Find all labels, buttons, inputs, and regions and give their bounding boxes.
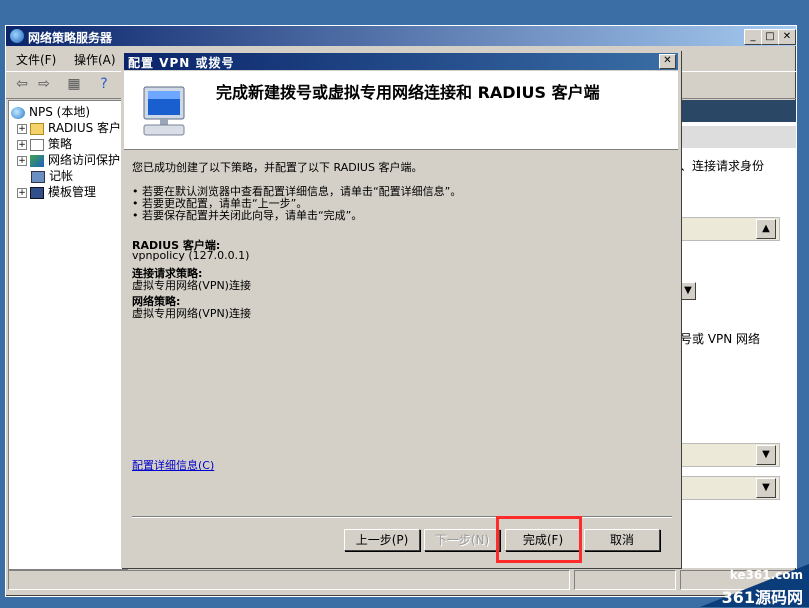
- shield-icon: [30, 154, 44, 167]
- status-bar: [8, 570, 794, 590]
- log-icon: [31, 170, 45, 183]
- right-pane-text: 号或 VPN 网络: [680, 332, 761, 346]
- close-button[interactable]: ✕: [778, 29, 796, 45]
- wizard-title: 配置 VPN 或拨号: [128, 56, 235, 70]
- tree-item-label: 模板管理: [48, 185, 97, 199]
- wizard-intro: 您已成功创建了以下策略，并配置了以下 RADIUS 客户端。: [132, 161, 423, 174]
- nps-app-icon: [10, 29, 24, 43]
- tree-item-templates[interactable]: + 模板管理: [17, 183, 96, 199]
- status-cell: [574, 570, 676, 590]
- expand-arrow-icon[interactable]: ▼: [756, 478, 776, 498]
- wizard-body: 您已成功创建了以下策略，并配置了以下 RADIUS 客户端。 • 若要在默认浏览…: [132, 157, 672, 507]
- wizard-bullet: • 若要保存配置并关闭此向导，请单击“完成”。: [132, 209, 363, 222]
- tree-item-label: NPS (本地): [29, 105, 91, 119]
- monitor-icon: [143, 86, 185, 136]
- collapse-arrow-icon[interactable]: ▲: [756, 219, 776, 239]
- right-pane-header: [678, 100, 796, 122]
- dropdown-arrow-icon[interactable]: ▼: [680, 282, 696, 300]
- wizard-title-bar: 配置 VPN 或拨号 ✕: [124, 53, 678, 70]
- tree-item-label: RADIUS 客户端: [48, 121, 128, 135]
- radius-client-value: vpnpolicy (127.0.0.1): [132, 249, 250, 262]
- back-button[interactable]: 上一步(P): [344, 529, 420, 551]
- main-title-bar: 网络策略服务器 _ □ ✕: [6, 26, 796, 46]
- main-window-title: 网络策略服务器: [28, 31, 113, 45]
- watermark: ke361.com 361源码网: [700, 564, 809, 607]
- tree-item-nps-local[interactable]: NPS (本地): [11, 103, 90, 119]
- right-pane: 、连接请求身份 ▲ ▼ 号或 VPN 网络 ▼ ▼: [678, 100, 796, 568]
- back-arrow-icon[interactable]: ⇦: [12, 75, 32, 93]
- tree-item-label: 策略: [48, 137, 73, 151]
- right-pane-strip: [678, 126, 796, 148]
- vpn-wizard-dialog: 配置 VPN 或拨号 ✕ 完成新建拨号或虚拟专用网络连接和 RADIUS 客户端…: [121, 50, 681, 568]
- forward-arrow-icon[interactable]: ⇨: [34, 75, 54, 93]
- globe-icon: [11, 106, 25, 119]
- configuration-details-link[interactable]: 配置详细信息(C): [132, 457, 214, 473]
- wizard-heading: 完成新建拨号或虚拟专用网络连接和 RADIUS 客户端: [216, 83, 600, 102]
- minimize-button[interactable]: _: [744, 29, 762, 45]
- expand-icon[interactable]: +: [17, 123, 27, 134]
- tree-item-radius-clients[interactable]: + RADIUS 客户端: [17, 119, 128, 135]
- expand-icon[interactable]: +: [17, 155, 27, 166]
- wizard-separator: [132, 516, 672, 518]
- right-pane-text: 、连接请求身份: [680, 159, 765, 173]
- document-icon: [30, 138, 44, 151]
- expand-icon[interactable]: +: [17, 139, 27, 150]
- menu-file[interactable]: 文件(F): [16, 51, 56, 68]
- wizard-close-button[interactable]: ✕: [659, 54, 676, 69]
- expand-icon[interactable]: +: [17, 187, 27, 198]
- help-icon[interactable]: ?: [94, 75, 114, 93]
- watermark-url: ke361.com: [729, 568, 803, 582]
- tree-item-label: 网络访问保护: [48, 153, 121, 167]
- finish-highlight-box: [496, 516, 582, 563]
- tree-item-policies[interactable]: + 策略: [17, 135, 72, 151]
- cancel-button[interactable]: 取消: [584, 529, 660, 551]
- wizard-header: 完成新建拨号或虚拟专用网络连接和 RADIUS 客户端: [124, 71, 678, 150]
- network-policy-value: 虚拟专用网络(VPN)连接: [132, 307, 251, 320]
- tree-item-nap[interactable]: + 网络访问保护: [17, 151, 120, 167]
- menu-action[interactable]: 操作(A): [74, 51, 116, 68]
- tree-item-label: 记帐: [49, 169, 74, 183]
- tree-item-accounting[interactable]: 记帐: [31, 167, 73, 183]
- maximize-button[interactable]: □: [761, 29, 779, 45]
- templates-icon: [30, 186, 44, 199]
- expand-arrow-icon[interactable]: ▼: [756, 445, 776, 465]
- folder-icon: [30, 122, 44, 135]
- console-tree: NPS (本地) + RADIUS 客户端 + 策略 + 网络访问保护 记帐 + 模板管…: [8, 100, 128, 570]
- status-cell: [8, 570, 570, 590]
- watermark-name: 361源码网: [721, 588, 803, 607]
- show-hide-tree-icon[interactable]: ▦: [64, 75, 84, 93]
- connection-policy-value: 虚拟专用网络(VPN)连接: [132, 279, 251, 292]
- next-button[interactable]: 下一步(N): [424, 529, 500, 551]
